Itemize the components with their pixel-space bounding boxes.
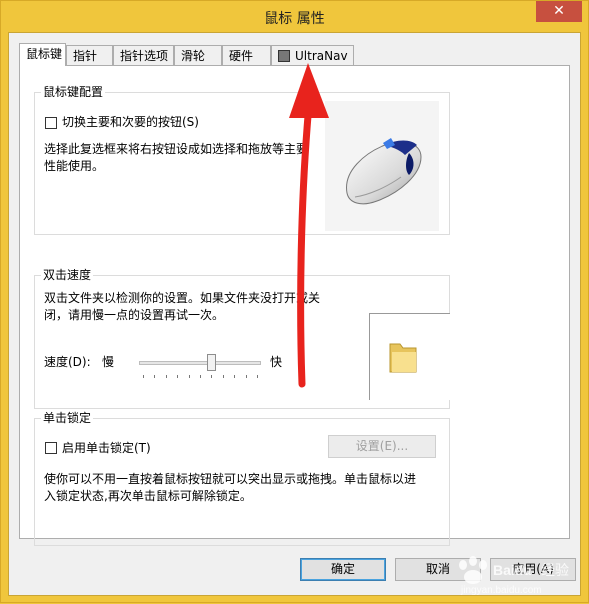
slider-tick <box>177 375 178 378</box>
title-bar[interactable]: 鼠标 属性 ✕ <box>1 1 588 33</box>
watermark-text: 经验 <box>541 563 569 579</box>
fast-label: 快 <box>270 355 283 369</box>
speed-label: 速度(D): <box>44 355 91 369</box>
button-config-description-1: 选择此复选框来将右按钮设成如选择和拖放等主要 <box>44 142 309 156</box>
slider-tick <box>246 375 247 378</box>
click-lock-label[interactable]: 启用单击锁定(T) <box>62 440 151 456</box>
tab-ultranav-label: UltraNav <box>295 49 348 63</box>
mouse-icon <box>346 138 422 205</box>
click-lock-title: 单击锁定 <box>41 411 94 425</box>
click-lock-checkbox[interactable] <box>45 442 57 454</box>
click-lock-description-2: 入锁定状态,再次单击鼠标可解除锁定。 <box>44 489 252 503</box>
dialog-client-area: 鼠标键 指针 指针选项 滑轮 硬件 UltraNav 鼠标键配置 切换主要和次要… <box>8 32 581 596</box>
watermark-site: jingyan.baidu.com <box>460 585 542 596</box>
tab-pointers[interactable]: 指针 <box>66 45 113 65</box>
close-button[interactable]: ✕ <box>536 1 582 22</box>
slider-tick <box>234 375 235 378</box>
slider-tick <box>166 375 167 378</box>
double-click-group: 双击速度 双击文件夹以检测你的设置。如果文件夹没打开或关 闭，请用慢一点的设置再… <box>34 268 450 409</box>
tab-buttons[interactable]: 鼠标键 <box>19 43 66 66</box>
double-click-speed-slider[interactable] <box>139 350 261 382</box>
double-click-description-1: 双击文件夹以检测你的设置。如果文件夹没打开或关 <box>44 291 321 305</box>
watermark-brand: Baidu <box>493 562 532 578</box>
folder-icon[interactable] <box>388 340 418 374</box>
mouse-image-area <box>325 101 439 231</box>
slider-tick <box>200 375 201 378</box>
baidu-jingyan-watermark: Baidu 经验 jingyan.baidu.com <box>459 556 569 596</box>
ultranav-icon <box>278 50 290 62</box>
click-lock-group: 单击锁定 启用单击锁定(T) 设置(E)... 使你可以不用一直按着鼠标按钮就可… <box>34 411 450 546</box>
slider-thumb[interactable] <box>207 354 216 371</box>
click-lock-description-1: 使你可以不用一直按着鼠标按钮就可以突出显示或拖拽。单击鼠标以进 <box>44 472 417 486</box>
slider-tick <box>211 375 212 378</box>
click-lock-settings-button[interactable]: 设置(E)... <box>328 435 436 458</box>
tab-ultranav[interactable]: UltraNav <box>271 45 354 65</box>
slider-tick <box>189 375 190 378</box>
button-config-title: 鼠标键配置 <box>41 85 106 99</box>
tab-wheel[interactable]: 滑轮 <box>174 45 222 65</box>
button-config-group: 鼠标键配置 切换主要和次要的按钮(S) 选择此复选框来将右按钮设成如选择和拖放等… <box>34 85 450 235</box>
tab-hardware[interactable]: 硬件 <box>222 45 271 65</box>
ok-button[interactable]: 确定 <box>300 558 386 581</box>
switch-buttons-label[interactable]: 切换主要和次要的按钮(S) <box>62 114 199 130</box>
buttons-tab-panel: 鼠标键配置 切换主要和次要的按钮(S) 选择此复选框来将右按钮设成如选择和拖放等… <box>19 65 570 546</box>
tab-pointer-options[interactable]: 指针选项 <box>113 45 174 65</box>
test-folder-area[interactable] <box>369 313 450 400</box>
slider-track <box>139 361 261 365</box>
slider-tick <box>257 375 258 378</box>
double-click-title: 双击速度 <box>41 268 94 282</box>
window-title: 鼠标 属性 <box>264 11 325 27</box>
slider-tick <box>143 375 144 378</box>
mouse-properties-window: 鼠标 属性 ✕ 鼠标键 指针 指针选项 滑轮 硬件 UltraNav 鼠标键配置… <box>0 0 589 603</box>
slider-tick <box>154 375 155 378</box>
slider-tick <box>223 375 224 378</box>
switch-buttons-checkbox[interactable] <box>45 117 57 129</box>
double-click-description-2: 闭，请用慢一点的设置再试一次。 <box>44 308 225 322</box>
slow-label: 慢 <box>102 355 115 369</box>
button-config-description-2: 性能使用。 <box>44 159 105 173</box>
